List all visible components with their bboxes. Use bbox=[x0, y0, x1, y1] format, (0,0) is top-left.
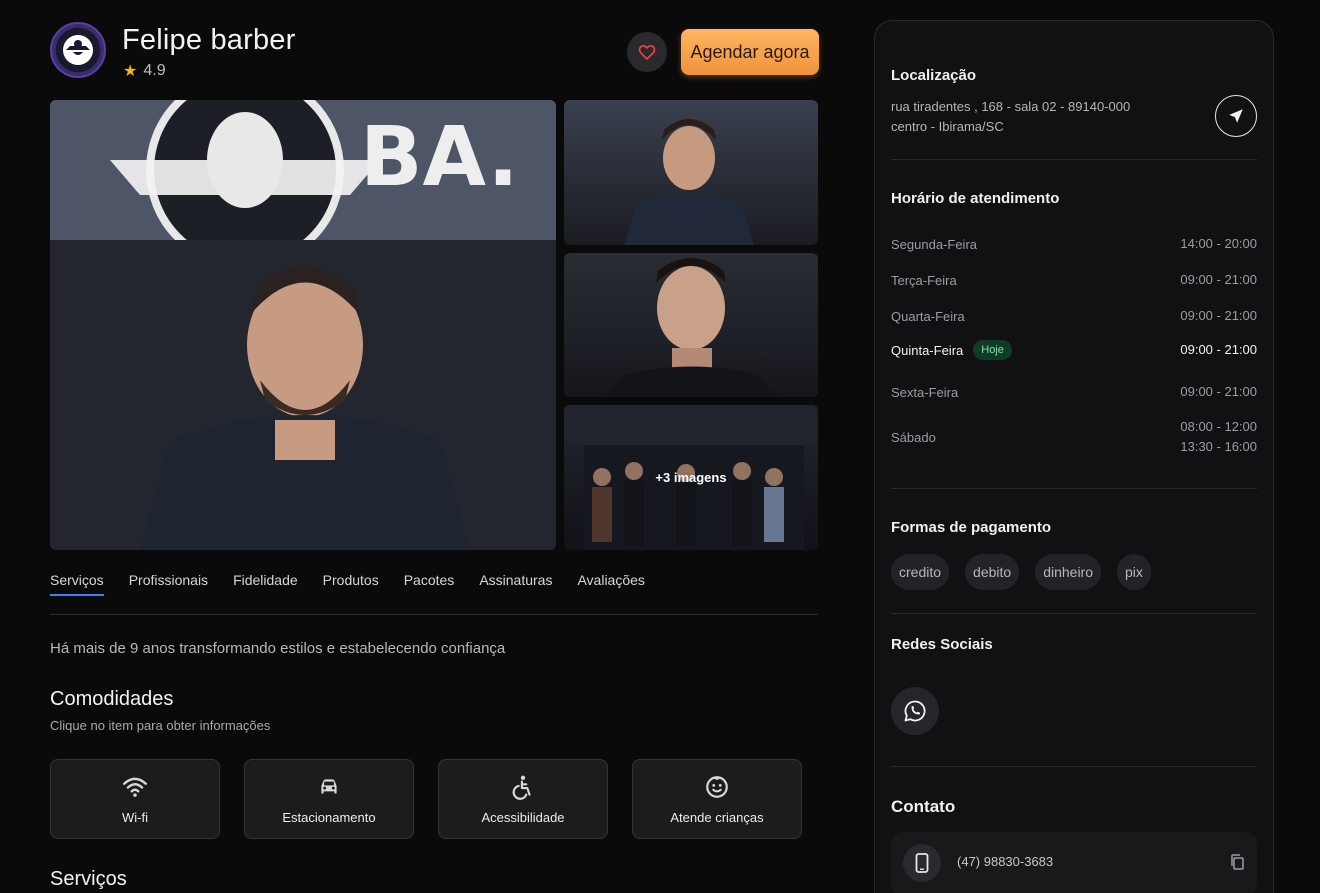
rating-value: 4.9 bbox=[143, 62, 166, 79]
contact-title: Contato bbox=[891, 797, 956, 816]
tab-produtos[interactable]: Produtos bbox=[323, 572, 379, 598]
amenity-parking[interactable]: Estacionamento bbox=[244, 759, 414, 839]
tab-fidelidade[interactable]: Fidelidade bbox=[233, 572, 298, 598]
hours-time: 09:00 - 21:00 bbox=[1180, 384, 1257, 399]
hours-row: Segunda-Feira 14:00 - 20:00 bbox=[891, 234, 1257, 254]
hours-row: Sexta-Feira 09:00 - 21:00 bbox=[891, 382, 1257, 402]
accessibility-icon bbox=[512, 775, 531, 800]
payment-chip-debito: debito bbox=[965, 554, 1020, 590]
shop-description: Há mais de 9 anos transformando estilos … bbox=[50, 640, 506, 657]
directions-button[interactable] bbox=[1215, 95, 1257, 137]
services-title: Serviços bbox=[50, 868, 127, 890]
amenities-list: Wi-fi Estacionamento Acessibilidade Aten… bbox=[50, 759, 802, 839]
car-icon bbox=[321, 778, 337, 793]
hours-time: 09:00 - 21:00 bbox=[1180, 308, 1257, 323]
hours-time: 09:00 - 21:00 bbox=[1180, 272, 1257, 287]
barber-storefront-image: BA. bbox=[50, 100, 556, 550]
divider bbox=[891, 159, 1257, 160]
copy-phone-button[interactable] bbox=[1229, 854, 1245, 875]
tab-servicos[interactable]: Serviços bbox=[50, 572, 104, 598]
divider bbox=[891, 613, 1257, 614]
amenities-title: Comodidades bbox=[50, 688, 174, 710]
copy-icon bbox=[1231, 854, 1244, 870]
hours-time-block: 08:00 - 12:00 13:30 - 16:00 bbox=[1180, 417, 1257, 457]
phone-number: (47) 98830-3683 bbox=[957, 854, 1054, 869]
payment-chip-credito: credito bbox=[891, 554, 950, 590]
contact-phone-card: (47) 98830-3683 bbox=[891, 832, 1257, 893]
location-title: Localização bbox=[891, 67, 977, 84]
photo-gallery: BA. +3 imagens bbox=[50, 100, 818, 550]
amenity-label: Estacionamento bbox=[282, 809, 376, 825]
hours-time: 08:00 - 12:00 bbox=[1180, 419, 1257, 434]
shop-name: Felipe barber bbox=[122, 24, 296, 56]
profile-tabs: Serviços Profissionais Fidelidade Produt… bbox=[50, 572, 818, 615]
more-images-label: +3 imagens bbox=[564, 405, 818, 550]
barber-portrait-image bbox=[624, 119, 754, 245]
amenity-accessibility[interactable]: Acessibilidade bbox=[438, 759, 608, 839]
payment-chip-pix: pix bbox=[1117, 554, 1151, 590]
hours-row-today: Quinta-Feira Hoje 09:00 - 21:00 bbox=[891, 340, 1257, 360]
tab-pacotes[interactable]: Pacotes bbox=[404, 572, 455, 598]
book-now-button[interactable]: Agendar agora bbox=[681, 29, 819, 75]
gallery-photo-2[interactable] bbox=[564, 100, 818, 245]
hours-day: Segunda-Feira bbox=[891, 236, 977, 252]
shop-logo bbox=[50, 22, 106, 78]
whatsapp-icon bbox=[904, 700, 926, 722]
location-address: rua tiradentes , 168 - sala 02 - 89140-0… bbox=[891, 97, 1130, 137]
hours-day: Quarta-Feira bbox=[891, 308, 965, 324]
today-badge: Hoje bbox=[973, 340, 1012, 360]
svg-text:BA.: BA. bbox=[360, 110, 519, 205]
hours-time: 14:00 - 20:00 bbox=[1180, 236, 1257, 251]
tab-assinaturas[interactable]: Assinaturas bbox=[479, 572, 552, 598]
hours-day: Sexta-Feira bbox=[891, 384, 959, 400]
favorite-button[interactable] bbox=[627, 32, 667, 72]
heart-icon bbox=[638, 45, 656, 60]
hours-day: Sábado bbox=[891, 429, 936, 445]
amenity-label: Acessibilidade bbox=[481, 809, 565, 825]
hours-day: Terça-Feira bbox=[891, 272, 957, 288]
hours-day: Quinta-Feira Hoje bbox=[891, 340, 1012, 360]
info-sidebar: Localização rua tiradentes , 168 - sala … bbox=[874, 20, 1274, 893]
tab-avaliacoes[interactable]: Avaliações bbox=[577, 572, 644, 598]
hours-day-label: Quinta-Feira bbox=[891, 342, 964, 358]
amenity-label: Atende crianças bbox=[670, 809, 764, 825]
amenity-label: Wi-fi bbox=[122, 809, 148, 825]
gallery-photo-3[interactable] bbox=[564, 253, 818, 397]
child-smile-icon bbox=[706, 775, 728, 798]
whatsapp-button[interactable] bbox=[891, 687, 939, 735]
divider bbox=[891, 766, 1257, 767]
hours-row: Terça-Feira 09:00 - 21:00 bbox=[891, 270, 1257, 290]
barber-logo-icon bbox=[63, 35, 93, 65]
amenities-subtitle: Clique no item para obter informações bbox=[50, 718, 271, 733]
amenity-wifi[interactable]: Wi-fi bbox=[50, 759, 220, 839]
gallery-main-photo[interactable]: BA. bbox=[50, 100, 556, 550]
payment-chip-dinheiro: dinheiro bbox=[1035, 554, 1102, 590]
wifi-icon bbox=[122, 777, 148, 797]
star-icon: ★ bbox=[123, 63, 138, 80]
navigation-arrow-icon bbox=[1229, 109, 1243, 123]
amenity-children[interactable]: Atende crianças bbox=[632, 759, 802, 839]
phone-icon-wrap bbox=[903, 844, 941, 882]
address-line-1: rua tiradentes , 168 - sala 02 - 89140-0… bbox=[891, 99, 1131, 114]
gallery-photo-more[interactable]: +3 imagens bbox=[564, 405, 818, 550]
hours-row: Quarta-Feira 09:00 - 21:00 bbox=[891, 306, 1257, 326]
social-title: Redes Sociais bbox=[891, 636, 993, 653]
tab-profissionais[interactable]: Profissionais bbox=[129, 572, 208, 598]
barber-portrait-image bbox=[604, 258, 778, 397]
hours-title: Horário de atendimento bbox=[891, 190, 1060, 207]
phone-icon bbox=[915, 853, 929, 873]
payments-title: Formas de pagamento bbox=[891, 519, 1052, 536]
hours-time: 09:00 - 21:00 bbox=[1180, 342, 1257, 357]
divider bbox=[891, 488, 1257, 489]
hours-time-2: 13:30 - 16:00 bbox=[1180, 439, 1257, 454]
address-line-2: centro - Ibirama/SC bbox=[891, 119, 1004, 134]
hours-row: Sábado 08:00 - 12:00 13:30 - 16:00 bbox=[891, 417, 1257, 457]
payment-methods: credito debito dinheiro pix bbox=[891, 554, 1151, 590]
shop-rating: ★ 4.9 bbox=[123, 61, 166, 81]
